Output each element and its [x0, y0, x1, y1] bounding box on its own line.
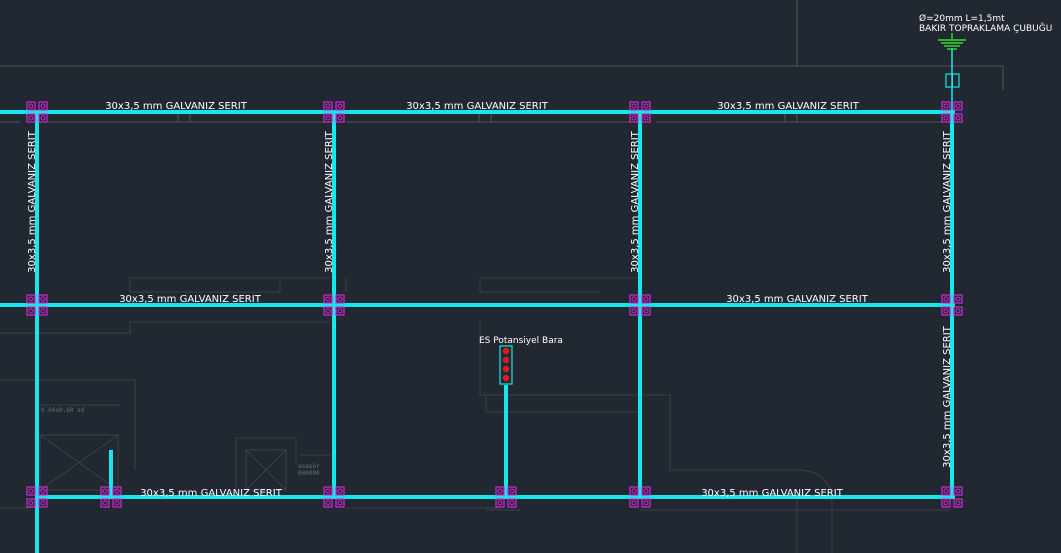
potential-bar-terminal-2: [502, 356, 510, 364]
column-2: [478, 112, 492, 123]
grounding-plan-drawing: 0.60x0.60 sd asasör 000000 30x3,5 mm GAL…: [0, 0, 1052, 553]
tape-label-top-3: 30x3,5 mm GALVANIZ SERIT: [717, 101, 860, 112]
tape-label-mid-2: 30x3,5 mm GALVANIZ SERIT: [726, 294, 869, 305]
building-outline: [0, 65, 1004, 90]
copper-ground-rod: Ø=20mm L=1,5mt BAKIR TOPRAKLAMA ÇUBUĞU: [919, 13, 1052, 88]
room-wall-e: [0, 379, 136, 470]
tape-labels: 30x3,5 mm GALVANIZ SERIT 30x3,5 mm GALVA…: [27, 101, 953, 499]
room-wall-b: [479, 277, 641, 293]
tape-label-vertical-4: 30x3,5 mm GALVANIZ SERIT: [942, 130, 953, 273]
elevator-box: [245, 449, 287, 491]
ground-rod-name-text: BAKIR TOPRAKLAMA ÇUBUĞU: [919, 22, 1052, 34]
tape-label-top-2: 30x3,5 mm GALVANIZ SERIT: [406, 101, 549, 112]
room-wall-a: [129, 277, 347, 293]
window-lines: [346, 507, 520, 511]
room-wall-c: [0, 321, 330, 334]
equipotential-bar: ES Potansiyel Bara: [479, 336, 563, 385]
tape-label-vertical-3: 30x3,5 mm GALVANIZ SERIT: [630, 130, 641, 273]
potential-bar-terminal-3: [502, 365, 510, 373]
column-1: [177, 112, 191, 123]
room-wall-g: [640, 394, 833, 553]
tape-label-bot-1: 30x3,5 mm GALVANIZ SERIT: [140, 488, 283, 499]
ground-symbol-icon: [938, 33, 966, 50]
potential-bar-label: ES Potansiyel Bara: [479, 336, 563, 346]
ground-rod-spec-text: Ø=20mm L=1,5mt: [919, 13, 1005, 24]
faint-room-label-c: 000000: [298, 470, 320, 477]
tape-label-vertical-5: 30x3,5 mm GALVANIZ SERIT: [942, 325, 953, 468]
column-3: [784, 112, 798, 123]
potential-bar-terminal-1: [502, 347, 510, 355]
tape-label-top-1: 30x3,5 mm GALVANIZ SERIT: [105, 101, 248, 112]
tape-label-bot-2: 30x3,5 mm GALVANIZ SERIT: [701, 488, 844, 499]
stair-box: [39, 434, 119, 491]
tape-label-vertical-2: 30x3,5 mm GALVANIZ SERIT: [324, 130, 335, 273]
faint-room-label-b: asasör: [298, 463, 320, 470]
architectural-background: 0.60x0.60 sd asasör 000000: [0, 0, 1004, 553]
faint-room-label-a: 0.60x0.60 sd: [41, 407, 85, 414]
potential-bar-terminal-4: [502, 374, 510, 382]
tape-label-mid-1: 30x3,5 mm GALVANIZ SERIT: [119, 294, 262, 305]
tape-label-vertical-1: 30x3,5 mm GALVANIZ SERIT: [27, 130, 38, 273]
